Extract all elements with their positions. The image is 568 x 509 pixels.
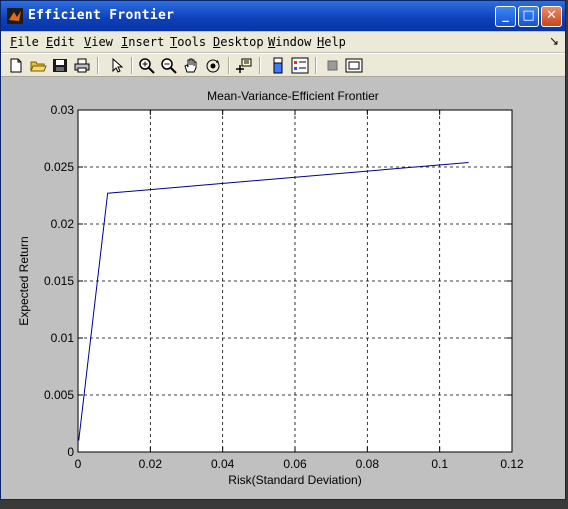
print-icon[interactable] [73,57,91,74]
zoom-in-icon[interactable] [138,57,156,74]
x-tick-label: 0.08 [356,457,380,471]
y-axis-label: Expected Return [17,236,31,325]
toolbar-separator [315,57,317,74]
chart-title: Mean-Variance-Efficient Frontier [207,89,379,103]
figure-toolbar [1,53,565,77]
y-tick-label: 0.015 [44,274,74,288]
colorbar-icon[interactable] [269,57,287,74]
menu-view[interactable]: View [84,35,113,49]
menu-insert[interactable]: Insert [121,35,164,49]
menu-bar: File Edit View Insert Tools Desktop Wind… [1,32,565,52]
y-tick-label: 0.025 [44,160,74,174]
rotate-3d-icon[interactable] [204,57,222,74]
zoom-out-icon[interactable] [160,57,178,74]
open-folder-icon[interactable] [29,57,47,74]
close-button[interactable]: ✕ [541,6,562,27]
maximize-button[interactable]: □ [518,6,539,27]
maximize-icon: □ [522,8,535,23]
toolbar-separator [97,57,99,74]
x-tick-label: 0.02 [139,457,163,471]
window-title: Efficient Frontier [28,8,175,23]
pan-hand-icon[interactable] [182,57,200,74]
save-icon[interactable] [51,57,69,74]
show-plot-tools-icon[interactable] [345,57,363,74]
toolbar-separator [259,57,261,74]
y-tick-label: 0.005 [44,388,74,402]
x-tick-label: 0.06 [283,457,307,471]
menu-edit[interactable]: Edit [46,35,75,49]
y-tick-label: 0.01 [51,331,75,345]
y-tick-label: 0.03 [51,103,75,117]
x-axis-label: Risk(Standard Deviation) [228,473,361,487]
pointer-icon[interactable] [107,57,125,74]
y-tick-label: 0.02 [51,217,75,231]
new-file-icon[interactable] [7,57,25,74]
toolbar-dock-arrow-icon[interactable]: ↘ [549,34,559,48]
menu-window[interactable]: Window [268,35,311,49]
hide-plot-tools-icon[interactable] [323,57,341,74]
frontier-chart: Mean-Variance-Efficient Frontier 0 0.02 0.… [17,89,524,487]
figure-canvas: Mean-Variance-Efficient Frontier 0 0.02 0.… [4,80,562,498]
toolbar-separator [228,57,230,74]
matlab-logo-icon [7,8,23,24]
title-bar[interactable]: Efficient Frontier _ □ ✕ [1,1,565,31]
menu-file[interactable]: File [10,35,39,49]
menu-help[interactable]: Help [317,35,346,49]
x-tick-label: 0.04 [211,457,235,471]
y-tick-label: 0 [67,445,74,459]
minimize-icon: _ [502,8,509,23]
x-tick-label: 0.1 [431,457,448,471]
toolbar-separator [131,57,133,74]
legend-icon[interactable] [291,57,309,74]
close-icon: ✕ [546,8,557,23]
taskbar-strip [0,500,568,509]
x-tick-label: 0.12 [500,457,524,471]
data-cursor-icon[interactable] [235,57,253,74]
menu-desktop[interactable]: Desktop [213,35,264,49]
minimize-button[interactable]: _ [495,6,516,27]
menu-tools[interactable]: Tools [170,35,206,49]
figure-window: Efficient Frontier _ □ ✕ File Edit View … [0,0,566,500]
x-tick-label: 0 [75,457,82,471]
